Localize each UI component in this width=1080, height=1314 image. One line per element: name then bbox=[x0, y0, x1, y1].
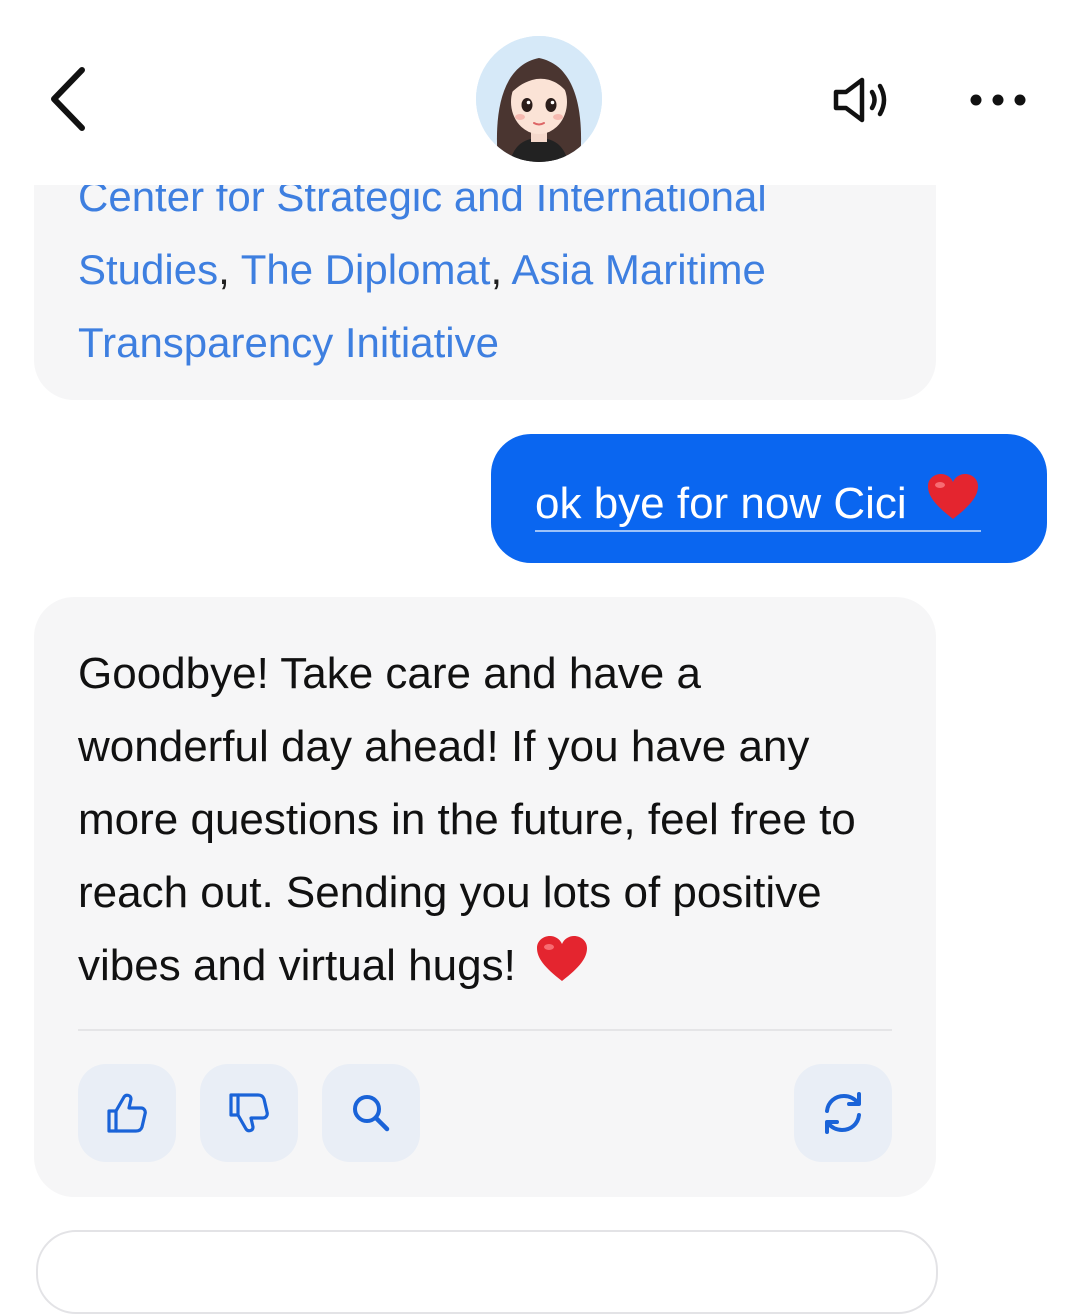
red-heart-icon bbox=[927, 474, 978, 519]
more-horizontal-icon bbox=[970, 94, 1026, 106]
thumbs-up-icon bbox=[107, 1093, 147, 1133]
regenerate-button[interactable] bbox=[794, 1064, 892, 1162]
refresh-icon bbox=[825, 1092, 861, 1134]
reply-text: Goodbye! Take care and have a wonderful … bbox=[78, 649, 856, 990]
assistant-message-reply: Goodbye! Take care and have a wonderful … bbox=[34, 597, 936, 1197]
chat-header bbox=[0, 0, 1080, 185]
user-message: ok bye for now Cici bbox=[491, 434, 1047, 563]
source-link-csis-studies[interactable]: Studies bbox=[78, 246, 218, 293]
search-button[interactable] bbox=[322, 1064, 420, 1162]
avatar-illustration bbox=[476, 36, 602, 162]
user-message-text-line[interactable]: ok bye for now Cici bbox=[535, 472, 981, 532]
more-options-button[interactable] bbox=[960, 80, 1036, 120]
user-message-text: ok bye for now Cici bbox=[535, 479, 907, 528]
like-button[interactable] bbox=[78, 1064, 176, 1162]
source-separator: , bbox=[490, 246, 503, 293]
assistant-avatar[interactable] bbox=[476, 36, 602, 162]
chevron-left-icon bbox=[51, 67, 85, 131]
reply-text-block: Goodbye! Take care and have a wonderful … bbox=[78, 637, 878, 1002]
dislike-button[interactable] bbox=[200, 1064, 298, 1162]
source-separator: , bbox=[218, 246, 230, 293]
back-button[interactable] bbox=[40, 62, 100, 136]
thumbs-down-icon bbox=[229, 1093, 269, 1133]
source-link-the-diplomat[interactable]: The Diplomat bbox=[241, 246, 491, 293]
message-input-box[interactable] bbox=[36, 1230, 938, 1314]
source-links: Center for Strategic and International S… bbox=[78, 160, 878, 379]
reply-divider bbox=[78, 1029, 892, 1031]
speaker-button[interactable] bbox=[826, 72, 902, 128]
speaker-volume-icon bbox=[833, 77, 887, 123]
red-heart-icon bbox=[537, 936, 588, 981]
search-icon bbox=[353, 1095, 390, 1132]
